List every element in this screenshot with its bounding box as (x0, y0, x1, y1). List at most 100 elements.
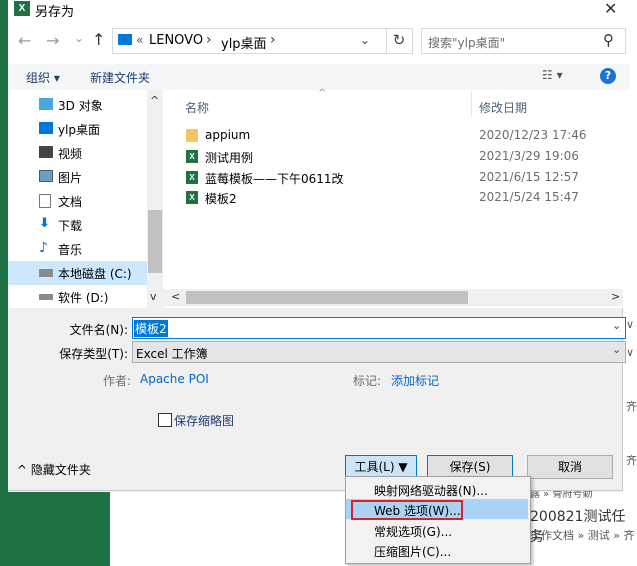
address-dropdown-icon[interactable]: ⌄ (360, 33, 370, 47)
bg-glyph: 齐 (626, 400, 637, 413)
sidebar-item-label: 音乐 (58, 243, 83, 257)
sidebar-item-label: 文档 (58, 195, 83, 209)
menu-item-web-options[interactable]: Web 选项(W)... (374, 502, 461, 519)
bg-glyph: 齐 (626, 454, 637, 467)
thumbnail-checkbox[interactable] (158, 413, 172, 427)
search-placeholder: 搜索"ylp桌面" (428, 36, 506, 50)
sidebar-item-pictures[interactable]: 图片 (8, 165, 147, 189)
hscrollbar-thumb[interactable] (186, 291, 468, 304)
column-divider[interactable] (471, 92, 472, 116)
menu-item-compress-pictures[interactable]: 压缩图片(C)... (374, 543, 451, 560)
file-row[interactable]: appium 2020/12/23 17:46 (163, 126, 603, 146)
cancel-button[interactable]: 取消 (527, 455, 613, 479)
local-disk-icon (39, 269, 53, 277)
file-name: 测试用例 (205, 151, 254, 165)
back-arrow-icon[interactable]: ← (18, 31, 31, 50)
help-icon[interactable]: ? (600, 68, 616, 84)
download-icon: ⬇ (39, 216, 50, 231)
filetype-label: 保存类型(T): (59, 347, 128, 361)
3d-objects-icon (39, 98, 53, 110)
file-row[interactable]: X 蓝莓模板——下午0611改 2021/6/15 12:57 (163, 168, 603, 188)
sort-indicator-icon: ^ (318, 88, 327, 99)
file-row[interactable]: X 测试用例 2021/3/29 19:06 (163, 147, 603, 167)
author-value[interactable]: Apache POI (140, 372, 209, 386)
scroll-left-icon[interactable]: < (171, 290, 180, 303)
folder-icon (186, 129, 198, 142)
breadcrumb-lenovo[interactable]: LENOVO (149, 33, 203, 48)
recent-dropdown-icon[interactable]: ⌄ (74, 31, 84, 45)
file-date: 2020/12/23 17:46 (479, 128, 587, 142)
file-name: 模板2 (205, 192, 237, 206)
view-options-button[interactable]: ☷ ▾ (542, 68, 563, 82)
column-header-name[interactable]: 名称 (185, 99, 209, 116)
tags-label: 标记: (353, 374, 382, 388)
sidebar-item-3d-objects[interactable]: 3D 对象 (8, 93, 147, 117)
hide-folders-button[interactable]: ^ 隐藏文件夹 (17, 461, 91, 478)
desktop-icon (118, 34, 132, 45)
organize-button[interactable]: 组织 ▾ (26, 69, 60, 86)
thumbnail-label: 保存缩略图 (174, 414, 235, 428)
file-date: 2021/5/24 15:47 (479, 190, 579, 204)
scroll-down-icon[interactable]: v (150, 290, 157, 303)
file-row[interactable]: X 模板2 2021/5/24 15:47 (163, 188, 603, 208)
search-icon[interactable]: ⚲ (603, 31, 614, 49)
excel-background-left (0, 0, 8, 566)
file-name: 蓝莓模板——下午0611改 (205, 172, 344, 186)
bg-glyph: ∨ (626, 346, 635, 359)
filetype-value: Excel 工作簿 (136, 347, 208, 361)
forward-arrow-icon[interactable]: → (46, 31, 59, 50)
filename-label: 文件名(N): (69, 323, 128, 337)
excel-background-green (0, 492, 110, 566)
music-icon: ♪ (39, 240, 48, 256)
sidebar-item-local-disk-c[interactable]: 本地磁盘 (C:) (8, 261, 147, 285)
file-date: 2021/6/15 12:57 (479, 170, 579, 184)
file-date: 2021/3/29 19:06 (479, 149, 579, 163)
sidebar-item-label: ylp桌面 (58, 123, 101, 137)
breadcrumb-separator[interactable]: › (270, 32, 276, 48)
excel-file-icon: X (186, 171, 198, 184)
column-header-modified[interactable]: 修改日期 (479, 99, 527, 116)
sidebar-item-desktop[interactable]: ylp桌面 (8, 117, 147, 141)
desktop-icon (39, 122, 53, 134)
sidebar-item-video[interactable]: 视频 (8, 141, 147, 165)
menu-item-general-options[interactable]: 常规选项(G)... (374, 523, 452, 540)
refresh-icon[interactable]: ↻ (386, 29, 411, 53)
sidebar-item-label: 图片 (58, 171, 83, 185)
scroll-up-icon[interactable]: ^ (150, 94, 159, 107)
documents-icon (39, 194, 51, 208)
filename-value: 模板2 (134, 320, 168, 337)
excel-file-icon: X (186, 191, 198, 204)
sidebar-item-drive-d[interactable]: 软件 (D:) (8, 285, 147, 309)
close-icon[interactable]: ✕ (604, 0, 617, 18)
excel-file-icon: X (186, 150, 198, 163)
breadcrumb-separator[interactable]: › (206, 32, 212, 48)
filename-dropdown-icon[interactable]: ⌄ (612, 319, 621, 332)
add-tags-link[interactable]: 添加标记 (391, 372, 439, 389)
bg-text: 工作文档 » 测试 » 齐 (530, 529, 635, 542)
sidebar-item-documents[interactable]: 文档 (8, 189, 147, 213)
sidebar-item-music[interactable]: ♪ 音乐 (8, 237, 147, 261)
filetype-dropdown-icon[interactable]: ⌄ (612, 343, 621, 356)
sidebar-item-label: 软件 (D:) (58, 291, 109, 305)
breadcrumb-overflow[interactable]: « (136, 33, 143, 47)
author-label: 作者: (103, 374, 132, 388)
drive-icon (39, 294, 53, 300)
sidebar-item-label: 视频 (58, 147, 83, 161)
sidebar-item-label: 本地磁盘 (C:) (58, 267, 132, 281)
menu-item-map-network-drive[interactable]: 映射网络驱动器(N)... (374, 482, 488, 499)
sidebar-scrollbar[interactable] (147, 90, 163, 308)
new-folder-button[interactable]: 新建文件夹 (90, 69, 150, 86)
sidebar-item-downloads[interactable]: ⬇ 下载 (8, 213, 147, 237)
filename-field[interactable] (132, 317, 626, 339)
breadcrumb-ylp-desktop[interactable]: ylp桌面 (221, 33, 267, 52)
excel-app-icon: X (14, 1, 30, 16)
window-title: 另存为 (35, 5, 75, 20)
sidebar-item-label: 3D 对象 (58, 99, 103, 113)
bg-glyph: ∨ (626, 318, 635, 331)
sidebar-item-label: 下载 (58, 219, 83, 233)
scroll-right-icon[interactable]: > (611, 290, 620, 303)
up-arrow-icon[interactable]: ↑ (92, 30, 105, 49)
title-bar (8, 0, 630, 20)
file-name: appium (205, 128, 251, 142)
sidebar-scrollbar-thumb[interactable] (148, 210, 162, 273)
